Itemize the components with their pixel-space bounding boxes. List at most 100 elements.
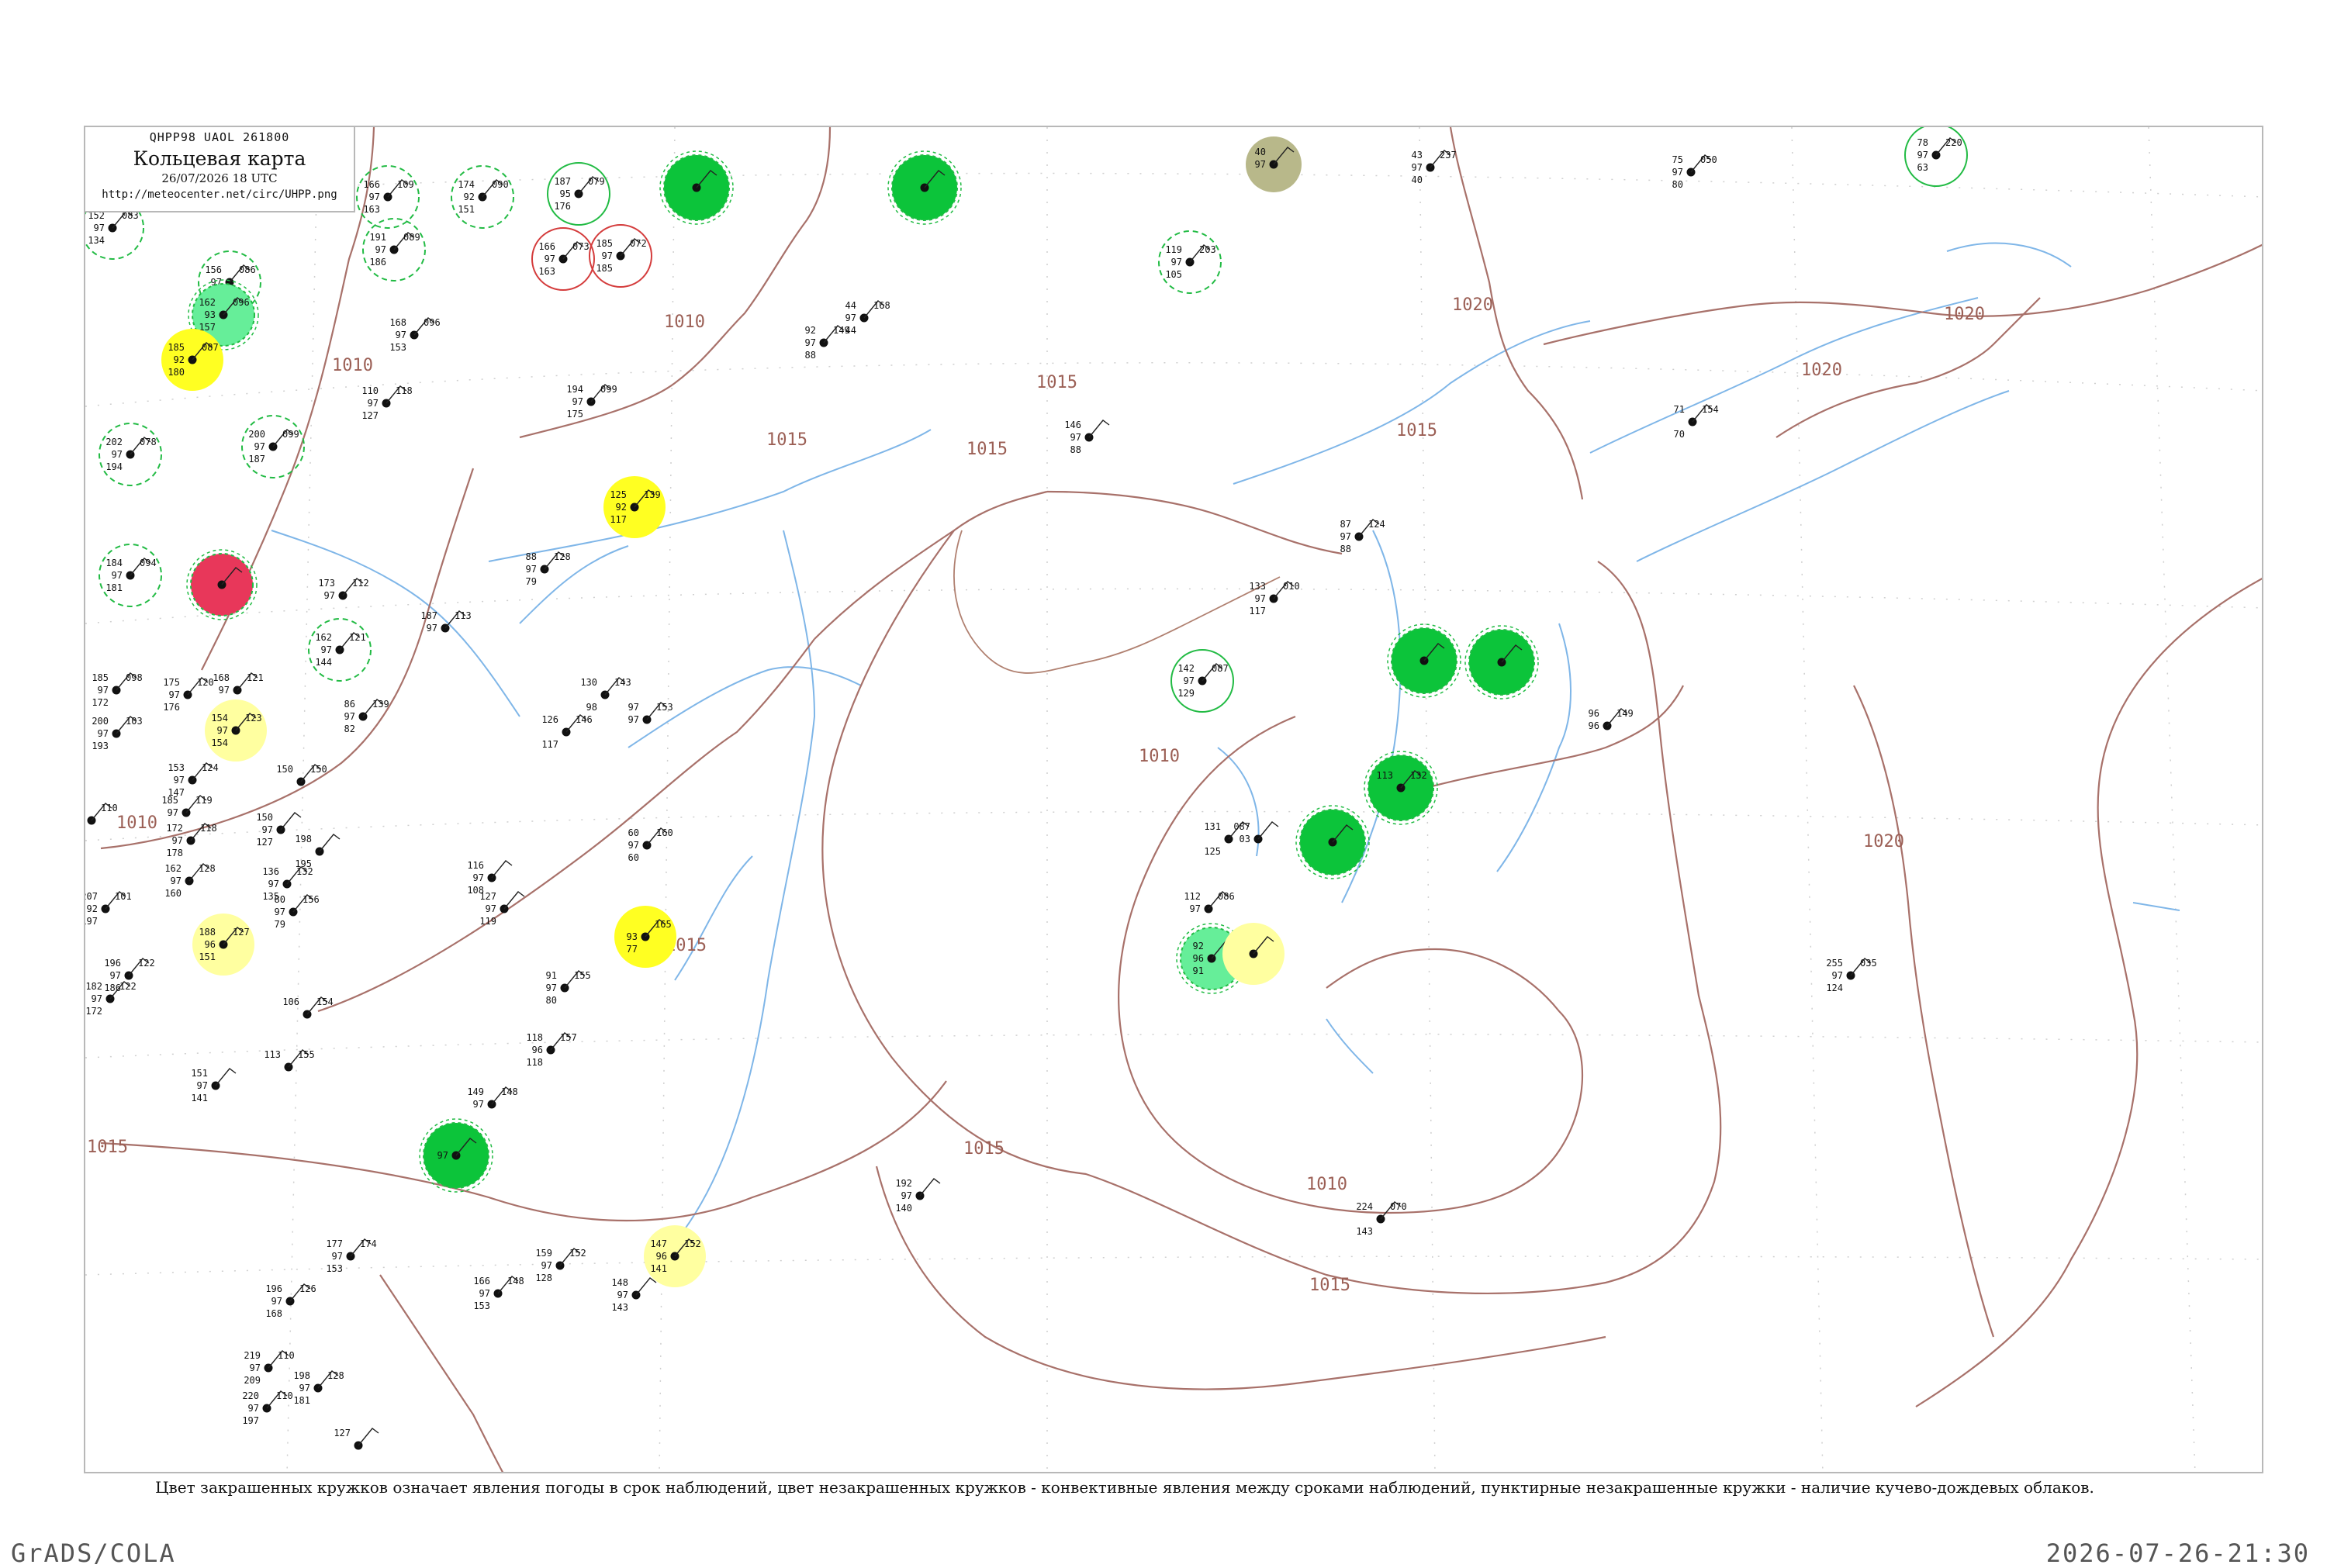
station-plot[interactable]: 113 132	[1364, 751, 1438, 825]
station-plot[interactable]	[1222, 923, 1285, 985]
station-plot[interactable]: 609760160	[628, 827, 673, 863]
station-plot[interactable]: 127	[334, 1428, 379, 1450]
station-plot[interactable]: 174 92 151 090	[451, 165, 514, 229]
station-plot[interactable]: 14297 129 087	[1170, 649, 1234, 713]
station-plot[interactable]: 148 97 143	[611, 1277, 657, 1313]
map-title: Кольцевая карта	[133, 147, 306, 170]
station-pressure: 157	[560, 1032, 577, 1043]
station-plot[interactable]: 18592 180 087	[161, 329, 223, 391]
station-plot[interactable]: 439740 237	[1412, 150, 1457, 185]
station-visibility: 97	[628, 714, 639, 725]
station-temperature: 202	[105, 437, 123, 447]
station-plot[interactable]: 130 98 143	[580, 677, 631, 713]
station-pressure: 155	[574, 970, 591, 981]
station-temperature: 136	[262, 866, 279, 877]
station-plot[interactable]: 11297 086	[1184, 891, 1234, 914]
station-plot[interactable]: 18597185072	[589, 224, 652, 288]
station-plot[interactable]: 15397147124	[168, 762, 218, 798]
station-plot[interactable]: 15997 128 152	[535, 1248, 586, 1283]
station-pressure: 153	[656, 702, 673, 713]
station-plot[interactable]: 18795 176 079	[547, 162, 610, 226]
station-plot[interactable]: 9696 149	[1589, 708, 1634, 731]
station-plot[interactable]: 91 97 80 155	[546, 970, 591, 1006]
station-plot[interactable]: 17597 176 120	[163, 677, 213, 713]
station-plot[interactable]: 125 92117 139	[603, 476, 666, 538]
station-plot[interactable]: 177 97153 174	[326, 1238, 376, 1274]
station-plot[interactable]: 4097	[1246, 136, 1302, 192]
station-plot[interactable]: 93 77 165	[614, 906, 676, 968]
station-plot[interactable]: 110 97127 118	[361, 385, 412, 421]
station-plot[interactable]: 20097 193 103	[92, 716, 142, 751]
station-temperature: 200	[248, 429, 265, 440]
station-dewpoint: 176	[554, 201, 571, 212]
station-visibility: 97	[168, 807, 178, 818]
station-plot[interactable]: 149 97 148	[467, 1086, 517, 1110]
station-plot[interactable]: 12797 119	[479, 891, 525, 927]
station-plot[interactable]: 13397 117 010	[1249, 581, 1299, 616]
station-plot[interactable]: 16297 144 121	[308, 618, 372, 682]
station-plot[interactable]: 224 143 070	[1356, 1201, 1406, 1237]
map-area[interactable]: 1010 1010 1010 1015 1015 1015 1015 1015 …	[84, 126, 2263, 1473]
isobar-label: 1020	[1863, 832, 1904, 851]
station-plot[interactable]: 80 97 79 156	[275, 894, 320, 930]
station-plot[interactable]: 78 9763 220	[1904, 127, 1968, 187]
station-plot[interactable]: 20097 187 099	[241, 415, 305, 478]
station-plot[interactable]: 219 97 209 110	[244, 1350, 294, 1386]
station-temperature: 198	[295, 834, 312, 844]
station-temperature: 86	[344, 699, 355, 710]
station-plot[interactable]: 166 97 163 073	[531, 227, 595, 291]
station-plot[interactable]: 18896 151 127	[192, 914, 254, 976]
station-plot[interactable]: 168 97 153 096	[389, 317, 440, 353]
station-plot[interactable]: 198 195	[295, 834, 341, 869]
station-plot[interactable]: 15497154 123	[205, 699, 267, 762]
station-plot[interactable]: 126 117 146	[541, 714, 592, 750]
station-plot[interactable]: 106 154	[282, 996, 334, 1019]
station-plot[interactable]: 146 9788	[1064, 420, 1110, 455]
station-plot[interactable]: 15197 141	[191, 1068, 237, 1103]
station-plot[interactable]: 17297 178 118	[166, 823, 216, 858]
isobar-label: 1015	[1036, 373, 1077, 392]
station-plot[interactable]: 118 96 118 157	[526, 1032, 576, 1068]
station-plot[interactable]: 184 97181 094	[99, 544, 162, 607]
station-plot[interactable]	[1464, 625, 1539, 699]
map-url[interactable]: http://meteocenter.net/circ/UHPP.png	[85, 188, 354, 201]
station-plot[interactable]: 19697196110	[85, 803, 118, 838]
station-plot[interactable]: 08703	[1233, 821, 1279, 844]
station-plot[interactable]: 19297 140	[895, 1178, 941, 1214]
station-plot[interactable]: 119 97105 203	[1158, 230, 1222, 294]
station-plot[interactable]: 220 97197 110	[242, 1390, 292, 1426]
station-plot[interactable]	[186, 549, 258, 620]
station-plot[interactable]: 20792 197 101	[85, 891, 132, 927]
station-plot[interactable]: 113 155	[264, 1049, 315, 1072]
station-plot[interactable]: 162 97 160 128	[164, 863, 215, 899]
station-plot[interactable]	[887, 150, 962, 225]
station-plot[interactable]: 9297 88 149	[805, 325, 850, 361]
station-plot[interactable]: 150 150	[276, 764, 327, 786]
station-plot[interactable]: 16697153 148	[473, 1276, 524, 1311]
station-visibility: 97	[1190, 903, 1201, 914]
station-plot[interactable]	[1387, 623, 1461, 698]
station-plot[interactable]: 19497 175 099	[566, 384, 617, 420]
station-pressure: 112	[352, 578, 369, 589]
station-plot[interactable]: 185 97172 098	[92, 672, 142, 708]
station-plot[interactable]: 147 96141 152	[644, 1225, 706, 1287]
station-dewpoint: 124	[1826, 983, 1843, 993]
station-plot[interactable]: 97	[419, 1118, 493, 1193]
station-plot[interactable]: 18597 119	[161, 795, 212, 818]
station-pressure: 152	[684, 1238, 701, 1249]
station-plot[interactable]: 196 97168 126	[265, 1283, 316, 1319]
station-plot[interactable]: 8797 88 124	[1340, 519, 1385, 554]
station-plot[interactable]	[659, 150, 734, 225]
station-plot[interactable]: 17397 112	[318, 578, 368, 601]
station-temperature: 187	[420, 610, 437, 621]
station-dewpoint: 197	[85, 916, 98, 927]
station-plot[interactable]: 71 70 154	[1674, 404, 1719, 440]
station-plot[interactable]: 25597 124 035	[1826, 958, 1876, 993]
station-plot[interactable]: 449744168	[845, 300, 890, 336]
station-plot[interactable]: 75 9780 050	[1672, 154, 1717, 190]
station-plot[interactable]: 9797 153	[628, 702, 673, 725]
station-plot[interactable]: 198 97181 128	[293, 1370, 344, 1406]
station-plot[interactable]: 202 97194 078	[99, 423, 162, 486]
station-plot[interactable]: 168 97 121	[213, 672, 263, 696]
station-pressure: 121	[349, 632, 366, 643]
